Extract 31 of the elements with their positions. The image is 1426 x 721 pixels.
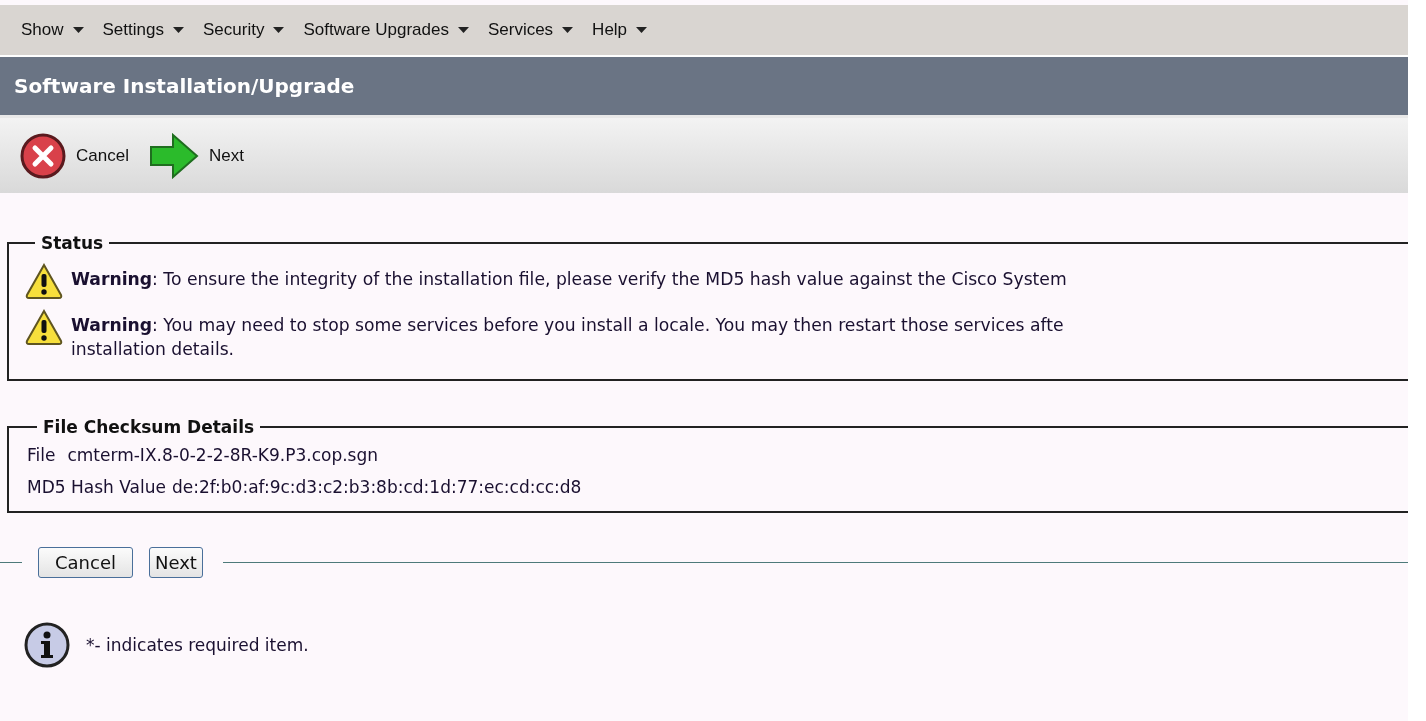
panel-legend: File Checksum Details — [37, 417, 261, 437]
warning-message: Warning: You may need to stop some services before you install a locale. You may then restart those services afte installation details. — [71, 314, 1064, 361]
caret-icon — [172, 27, 184, 33]
arrow-icon — [148, 132, 199, 179]
menu-item[interactable]: Security — [195, 20, 293, 40]
caret-icon — [636, 27, 648, 33]
form-button[interactable]: Next — [149, 547, 203, 578]
form-button[interactable]: Cancel — [38, 547, 133, 578]
menu-item[interactable]: Software Upgrades — [296, 20, 477, 40]
field-label: MD5 Hash Value — [27, 476, 166, 499]
caret-icon — [562, 27, 574, 33]
close-icon — [20, 132, 66, 179]
menu-item[interactable]: Services — [480, 20, 582, 40]
menu-item[interactable]: Show — [14, 20, 92, 40]
cancel-button[interactable]: Cancel — [20, 132, 129, 179]
caret-icon — [72, 27, 84, 33]
panel-legend: Status — [35, 233, 110, 253]
menu-item[interactable]: Help — [585, 20, 656, 40]
note-text: *- indicates required item. — [86, 635, 309, 655]
warning-icon — [25, 263, 63, 299]
info-icon — [24, 622, 70, 668]
warning-icon — [25, 309, 63, 345]
field-value: de:2f:b0:af:9c:d3:c2:b3:8b:cd:1d:77:ec:cd:cc:d8 — [171, 476, 582, 499]
page-title: Software Installation/Upgrade — [14, 74, 355, 98]
caret-icon — [273, 27, 285, 33]
next-button[interactable]: Next — [148, 132, 244, 179]
warning-message: Warning: To ensure the integrity of the installation file, please verify the MD5 hash value against the Cisco System — [71, 268, 1067, 291]
field-label: File — [27, 444, 56, 467]
field-value: cmterm-IX.8-0-2-2-8R-K9.P3.cop.sgn — [67, 444, 378, 467]
menu-item[interactable]: Settings — [95, 20, 192, 40]
caret-icon — [457, 27, 469, 33]
